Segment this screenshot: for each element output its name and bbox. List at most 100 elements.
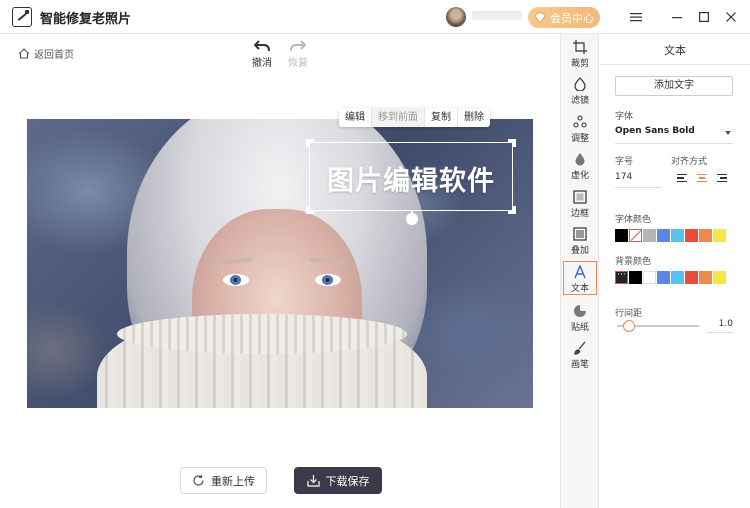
font-color-swatch[interactable] xyxy=(643,229,656,242)
font-color-swatch[interactable] xyxy=(671,229,684,242)
font-label: 字体 xyxy=(615,112,634,122)
menu-icon[interactable] xyxy=(627,8,645,26)
font-value: Open Sans Bold xyxy=(615,126,695,136)
home-icon xyxy=(18,48,30,59)
close-icon[interactable] xyxy=(722,8,740,26)
text-layer-box[interactable]: 图片编辑软件 xyxy=(306,139,516,214)
back-home-label: 返回首页 xyxy=(34,50,74,61)
text-icon xyxy=(574,265,586,279)
font-color-swatch[interactable] xyxy=(615,229,628,242)
vip-center-button[interactable]: 会员中心 xyxy=(528,7,600,28)
tool-overlay[interactable]: 叠加 xyxy=(563,224,597,258)
font-color-swatch[interactable] xyxy=(713,229,726,242)
tool-rail: 裁剪 滤镜 调整 虚化 边框 叠加 文本 贴纸 画笔 xyxy=(560,34,598,508)
line-spacing-label: 行间距 xyxy=(615,309,643,319)
bg-color-swatch[interactable] xyxy=(657,271,670,284)
panel-title: 文本 xyxy=(664,44,686,57)
font-color-swatch[interactable] xyxy=(699,229,712,242)
tool-border[interactable]: 边框 xyxy=(563,187,597,221)
crop-icon xyxy=(573,40,587,54)
redo-label: 恢复 xyxy=(288,58,308,69)
align-center-icon[interactable] xyxy=(697,174,707,184)
sticker-icon xyxy=(574,305,586,317)
tool-label: 滤镜 xyxy=(570,96,589,106)
resize-handle-top-left[interactable] xyxy=(306,139,314,147)
bg-color-swatches: ··· xyxy=(615,271,726,284)
app-title: 智能修复老照片 xyxy=(40,12,132,27)
tool-label: 贴纸 xyxy=(570,323,589,333)
font-color-swatch[interactable] xyxy=(657,229,670,242)
photo-eye-left xyxy=(223,274,249,286)
undo-button[interactable]: 撤消 xyxy=(247,40,277,69)
resize-handle-bottom-right[interactable] xyxy=(508,206,516,214)
add-text-button[interactable]: 添加文字 xyxy=(615,76,733,96)
tool-label: 叠加 xyxy=(570,246,589,256)
align-label: 对齐方式 xyxy=(671,157,708,167)
diamond-icon xyxy=(534,12,546,24)
tool-text[interactable]: 文本 xyxy=(563,261,597,295)
font-color-swatch-none[interactable] xyxy=(629,229,642,242)
adjust-icon xyxy=(573,115,587,128)
refresh-icon xyxy=(193,474,204,486)
bg-color-swatch[interactable] xyxy=(643,271,656,284)
font-color-swatch[interactable] xyxy=(685,229,698,242)
username-placeholder[interactable] xyxy=(472,11,522,20)
bg-color-swatch[interactable] xyxy=(699,271,712,284)
bg-color-swatch[interactable] xyxy=(713,271,726,284)
font-color-label: 字体颜色 xyxy=(615,215,652,225)
download-save-button[interactable]: 下载保存 xyxy=(294,467,382,494)
tool-brush[interactable]: 画笔 xyxy=(563,338,597,372)
tool-label: 裁剪 xyxy=(570,59,589,69)
line-spacing-slider-thumb[interactable] xyxy=(623,320,636,332)
bg-color-swatch[interactable] xyxy=(629,271,642,284)
bg-color-swatch[interactable] xyxy=(685,271,698,284)
photo-eye-right xyxy=(315,274,341,286)
reupload-button[interactable]: 重新上传 xyxy=(180,467,267,494)
text-context-menu: 编辑 移到前面 复制 删除 xyxy=(339,108,490,127)
tool-filter[interactable]: 滤镜 xyxy=(563,74,597,108)
tool-sticker[interactable]: 贴纸 xyxy=(563,301,597,335)
redo-button[interactable]: 恢复 xyxy=(283,40,313,69)
bg-color-swatch[interactable] xyxy=(671,271,684,284)
tool-label: 文本 xyxy=(570,284,589,294)
overlay-icon xyxy=(573,227,587,241)
vip-label: 会员中心 xyxy=(550,11,594,25)
photo-sweater xyxy=(97,314,427,408)
brush-icon xyxy=(574,341,586,355)
resize-handle-bottom-left[interactable] xyxy=(306,206,314,214)
back-home-link[interactable]: 返回首页 xyxy=(18,46,74,61)
bg-color-swatch-more[interactable]: ··· xyxy=(615,271,628,284)
ctx-copy[interactable]: 复制 xyxy=(425,108,458,127)
tool-label: 虚化 xyxy=(570,171,589,181)
maximize-icon[interactable] xyxy=(695,8,713,26)
ctx-delete[interactable]: 删除 xyxy=(458,108,490,127)
text-settings-panel: 文本 添加文字 字体 Open Sans Bold 字号 对齐方式 174 字体… xyxy=(598,34,750,508)
align-left-icon[interactable] xyxy=(677,174,687,184)
ctx-bring-front[interactable]: 移到前面 xyxy=(372,108,425,127)
font-size-input[interactable]: 174 xyxy=(615,172,661,188)
divider xyxy=(599,64,750,65)
blur-icon xyxy=(575,153,585,166)
ctx-edit[interactable]: 编辑 xyxy=(339,108,372,127)
app-logo-icon xyxy=(12,7,32,27)
tool-label: 调整 xyxy=(570,134,589,144)
border-icon xyxy=(573,190,587,204)
line-spacing-value[interactable]: 1.0 xyxy=(707,319,733,333)
redo-icon xyxy=(290,40,306,52)
minimize-icon[interactable] xyxy=(668,8,686,26)
title-bar: 智能修复老照片 会员中心 xyxy=(0,0,750,34)
font-select[interactable]: Open Sans Bold xyxy=(615,126,733,144)
tool-label: 画笔 xyxy=(570,360,589,370)
tool-blur[interactable]: 虚化 xyxy=(563,149,597,183)
download-label: 下载保存 xyxy=(325,474,370,488)
rotate-handle[interactable] xyxy=(406,213,418,225)
resize-handle-top-right[interactable] xyxy=(508,139,516,147)
align-right-icon[interactable] xyxy=(717,174,727,184)
tool-crop[interactable]: 裁剪 xyxy=(563,37,597,71)
bg-color-label: 背景颜色 xyxy=(615,257,652,267)
reupload-label: 重新上传 xyxy=(211,474,255,488)
undo-label: 撤消 xyxy=(252,58,272,69)
tool-adjust[interactable]: 调整 xyxy=(563,112,597,146)
avatar[interactable] xyxy=(446,7,466,27)
size-label: 字号 xyxy=(615,157,634,167)
